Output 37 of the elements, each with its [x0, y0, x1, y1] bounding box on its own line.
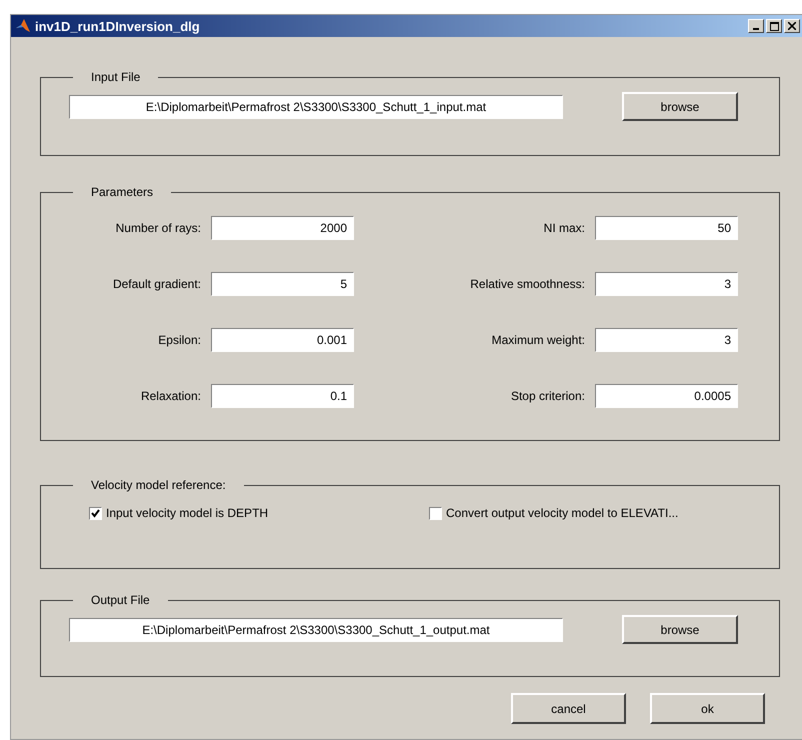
- window-title: inv1D_run1DInversion_dlg: [35, 18, 201, 34]
- parameter-label: Relative smoothness:: [469, 277, 586, 291]
- cancel-button[interactable]: cancel: [511, 693, 626, 724]
- close-button[interactable]: [784, 19, 800, 33]
- parameter-field[interactable]: 3: [595, 328, 738, 352]
- parameter-field[interactable]: 0.001: [211, 328, 354, 352]
- minimize-button[interactable]: [748, 19, 764, 33]
- browse-button[interactable]: browse: [622, 92, 738, 121]
- file-path-field[interactable]: E:\Diplomarbeit\Permafrost 2\S3300\S3300_Schutt_1_input.mat: [69, 94, 563, 118]
- checkbox[interactable]: [89, 506, 102, 520]
- parameter-field[interactable]: 0.1: [211, 384, 354, 408]
- parameter-field[interactable]: 3: [595, 272, 738, 296]
- parameter-label: Epsilon:: [157, 333, 202, 347]
- maximize-icon: [770, 22, 778, 30]
- parameter-field[interactable]: 5: [211, 272, 354, 296]
- group-title: Output File: [90, 593, 151, 607]
- parameter-label: Maximum weight:: [490, 333, 586, 347]
- parameter-field[interactable]: 2000: [211, 216, 354, 240]
- parameter-label: NI max:: [542, 221, 586, 235]
- parameter-label: Number of rays:: [114, 221, 202, 235]
- group-title: Velocity model reference:: [90, 478, 227, 492]
- parameter-field[interactable]: 50: [595, 216, 738, 240]
- parameter-label: Relaxation:: [140, 389, 202, 403]
- matlab-logo-icon: [15, 18, 31, 34]
- group-title: Input File: [90, 70, 142, 84]
- group-title: Parameters: [90, 185, 154, 199]
- checkbox-label: Convert output velocity model to ELEVATI...: [446, 506, 678, 520]
- browse-button[interactable]: browse: [622, 615, 738, 644]
- maximize-button[interactable]: [766, 19, 782, 33]
- checkbox[interactable]: [429, 506, 442, 520]
- ok-button[interactable]: ok: [650, 693, 765, 724]
- parameter-label: Stop criterion:: [510, 389, 586, 403]
- file-path-field[interactable]: E:\Diplomarbeit\Permafrost 2\S3300\S3300_Schutt_1_output.mat: [69, 618, 563, 642]
- checkbox-label: Input velocity model is DEPTH: [106, 506, 268, 520]
- parameter-label: Default gradient:: [112, 277, 202, 291]
- parameter-field[interactable]: 0.0005: [595, 384, 738, 408]
- close-icon: [788, 22, 796, 30]
